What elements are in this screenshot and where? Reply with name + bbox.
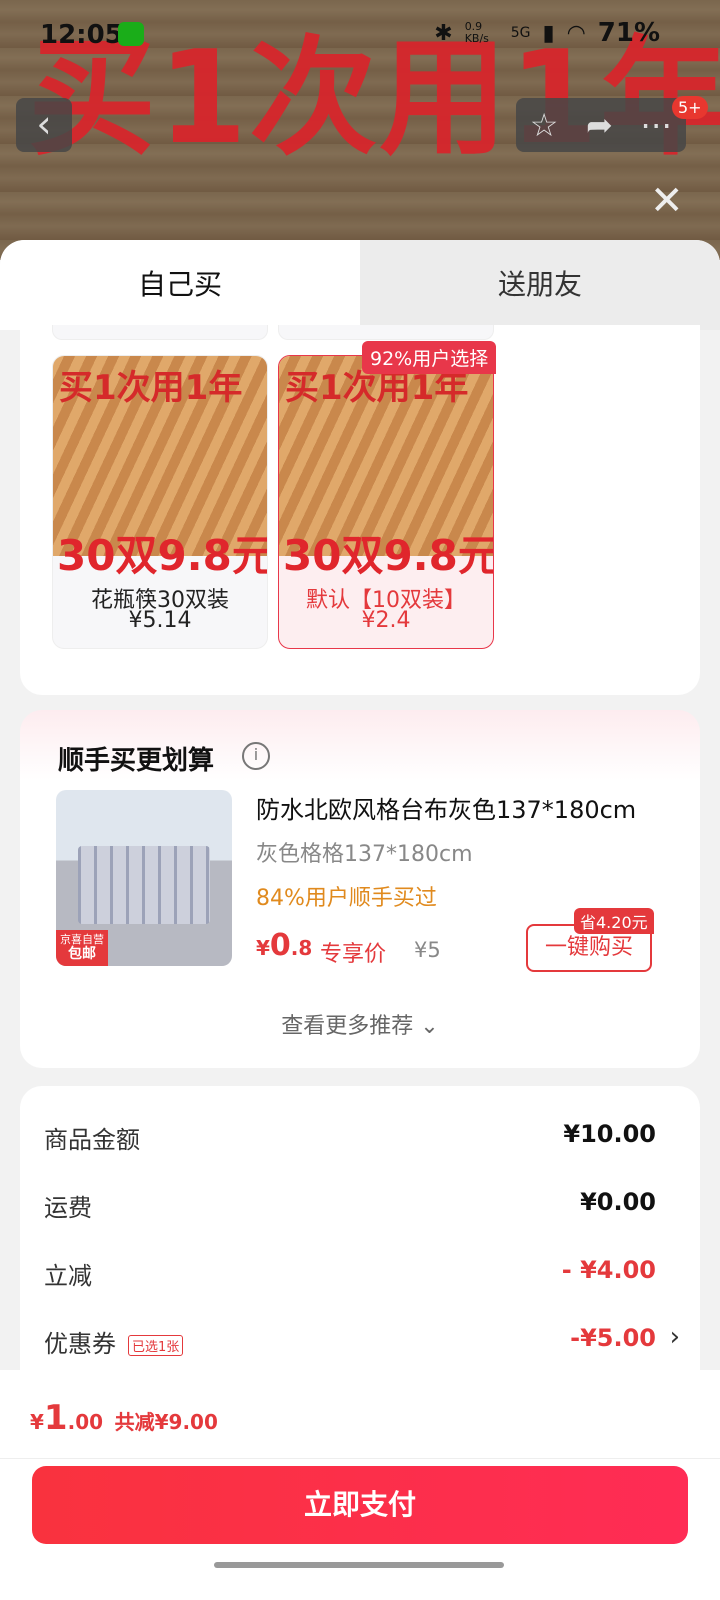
summary-label: 运费 [44,1194,92,1222]
more-recommend-label: 查看更多推荐 [281,1014,414,1039]
share-icon[interactable]: ➦ [586,106,613,144]
badge-line1: 京喜自营 [60,933,104,946]
recommend-price: ¥0.8 [256,928,312,963]
total-decimal: .00 [67,1410,104,1434]
cart-badge: 5+ [672,96,708,119]
total-symbol: ¥ [30,1410,44,1434]
recommend-section: 顺手买更划算 i 京喜自营 包邮 防水北欧风格台布灰色137*180cm 灰色格… [20,710,700,1068]
wifi-icon: ◠ [566,20,586,46]
recommend-product-name[interactable]: 防水北欧风格台布灰色137*180cm [256,790,668,825]
summary-row-coupon[interactable]: 优惠券 已选1张 -¥5.00 › [44,1322,680,1364]
total-amount: ¥1.00 共减¥9.00 [30,1398,218,1438]
more-recommend-link[interactable]: 查看更多推荐 ⌄ [20,1008,700,1040]
net-speed: 0.9 KB/s [464,20,489,45]
price-decimal: .8 [290,936,313,960]
total-integer: 1 [43,1398,68,1438]
sku-price: ¥2.4 [361,608,411,633]
summary-value: ¥10.00 [563,1120,656,1148]
sku-option-selected[interactable]: 买1次用1年 30双9.8元 默认【10双装】 ¥2.4 [278,355,494,649]
network-label: 5G [510,25,531,41]
status-bar: 12:05 ✱ 0.9 KB/s 5G ▮ ◠ 71% [0,18,720,58]
price-symbol: ¥ [256,936,270,960]
tablecloth-graphic [78,846,210,924]
popular-tag: 92%用户选择 [362,341,497,374]
wechat-icon [118,22,144,46]
bluetooth-icon: ✱ [434,20,453,46]
sku-card-edge [278,325,494,340]
chevron-right-icon: › [669,1322,680,1352]
checkout-footer: ¥1.00 共减¥9.00 立即支付 [0,1370,720,1600]
pay-now-button[interactable]: 立即支付 [32,1466,688,1544]
more-icon[interactable]: ⋯ [640,106,672,144]
back-icon: ‹ [36,102,52,146]
recommend-product-spec: 灰色格格137*180cm [256,842,473,867]
summary-label: 立减 [44,1262,92,1290]
sku-card-edge [52,325,268,340]
summary-value: - ¥4.00 [561,1256,656,1284]
save-tag: 省4.20元 [574,908,654,934]
battery-level: 71% [597,18,660,48]
summary-value: -¥5.00 [570,1324,656,1352]
sku-option[interactable]: 买1次用1年 30双9.8元 花瓶筷30双装 ¥5.14 [52,355,268,649]
total-saved: 共减¥9.00 [114,1410,218,1434]
coupon-selected-tag: 已选1张 [128,1334,184,1356]
summary-row-shipping: 运费 ¥0.00 [44,1188,656,1228]
summary-label: 优惠券 已选1张 [44,1324,184,1359]
summary-value: ¥0.00 [580,1188,656,1216]
tab-buy-self[interactable]: 自己买 [0,240,360,330]
header-actions: ☆ ➦ ⋯ [516,98,686,152]
sku-image-price: 30双9.8元 [57,531,268,580]
back-button[interactable]: ‹ [16,98,72,152]
sku-image-title: 买1次用1年 [59,368,243,408]
recommend-product-image[interactable]: 京喜自营 包邮 [56,790,232,966]
sku-image-price: 30双9.8元 [283,531,494,580]
signal-icon: ▮ [542,20,555,46]
exclusive-label: 专享价 [320,942,387,967]
sku-selector: 买1次用1年 30双9.8元 花瓶筷30双装 ¥5.14 买1次用1年 30双9… [20,325,700,695]
price-integer: 0 [269,928,291,963]
jd-badge: 京喜自营 包邮 [56,930,108,966]
tab-bar: 自己买 送朋友 [0,240,720,330]
summary-row-discount: 立减 - ¥4.00 [44,1256,656,1296]
divider [0,1458,720,1459]
sku-price: ¥5.14 [128,608,192,633]
chevron-down-icon: ⌄ [420,1014,439,1039]
coupon-label: 优惠券 [44,1330,116,1358]
original-price: ¥5 [414,938,441,962]
close-icon[interactable]: ✕ [650,178,684,224]
tab-gift-friend[interactable]: 送朋友 [360,240,720,330]
star-icon[interactable]: ☆ [530,106,559,144]
status-time: 12:05 [40,20,123,50]
summary-row-goods: 商品金额 ¥10.00 [44,1120,656,1160]
info-icon[interactable]: i [242,742,270,770]
recommend-title: 顺手买更划算 [58,746,215,776]
recommend-bought-rate: 84%用户顺手买过 [256,886,437,911]
summary-label: 商品金额 [44,1126,140,1154]
price-summary: 商品金额 ¥10.00 运费 ¥0.00 立减 - ¥4.00 优惠券 已选1张 … [20,1086,700,1386]
home-indicator[interactable] [214,1562,504,1568]
badge-line2: 包邮 [68,946,96,962]
